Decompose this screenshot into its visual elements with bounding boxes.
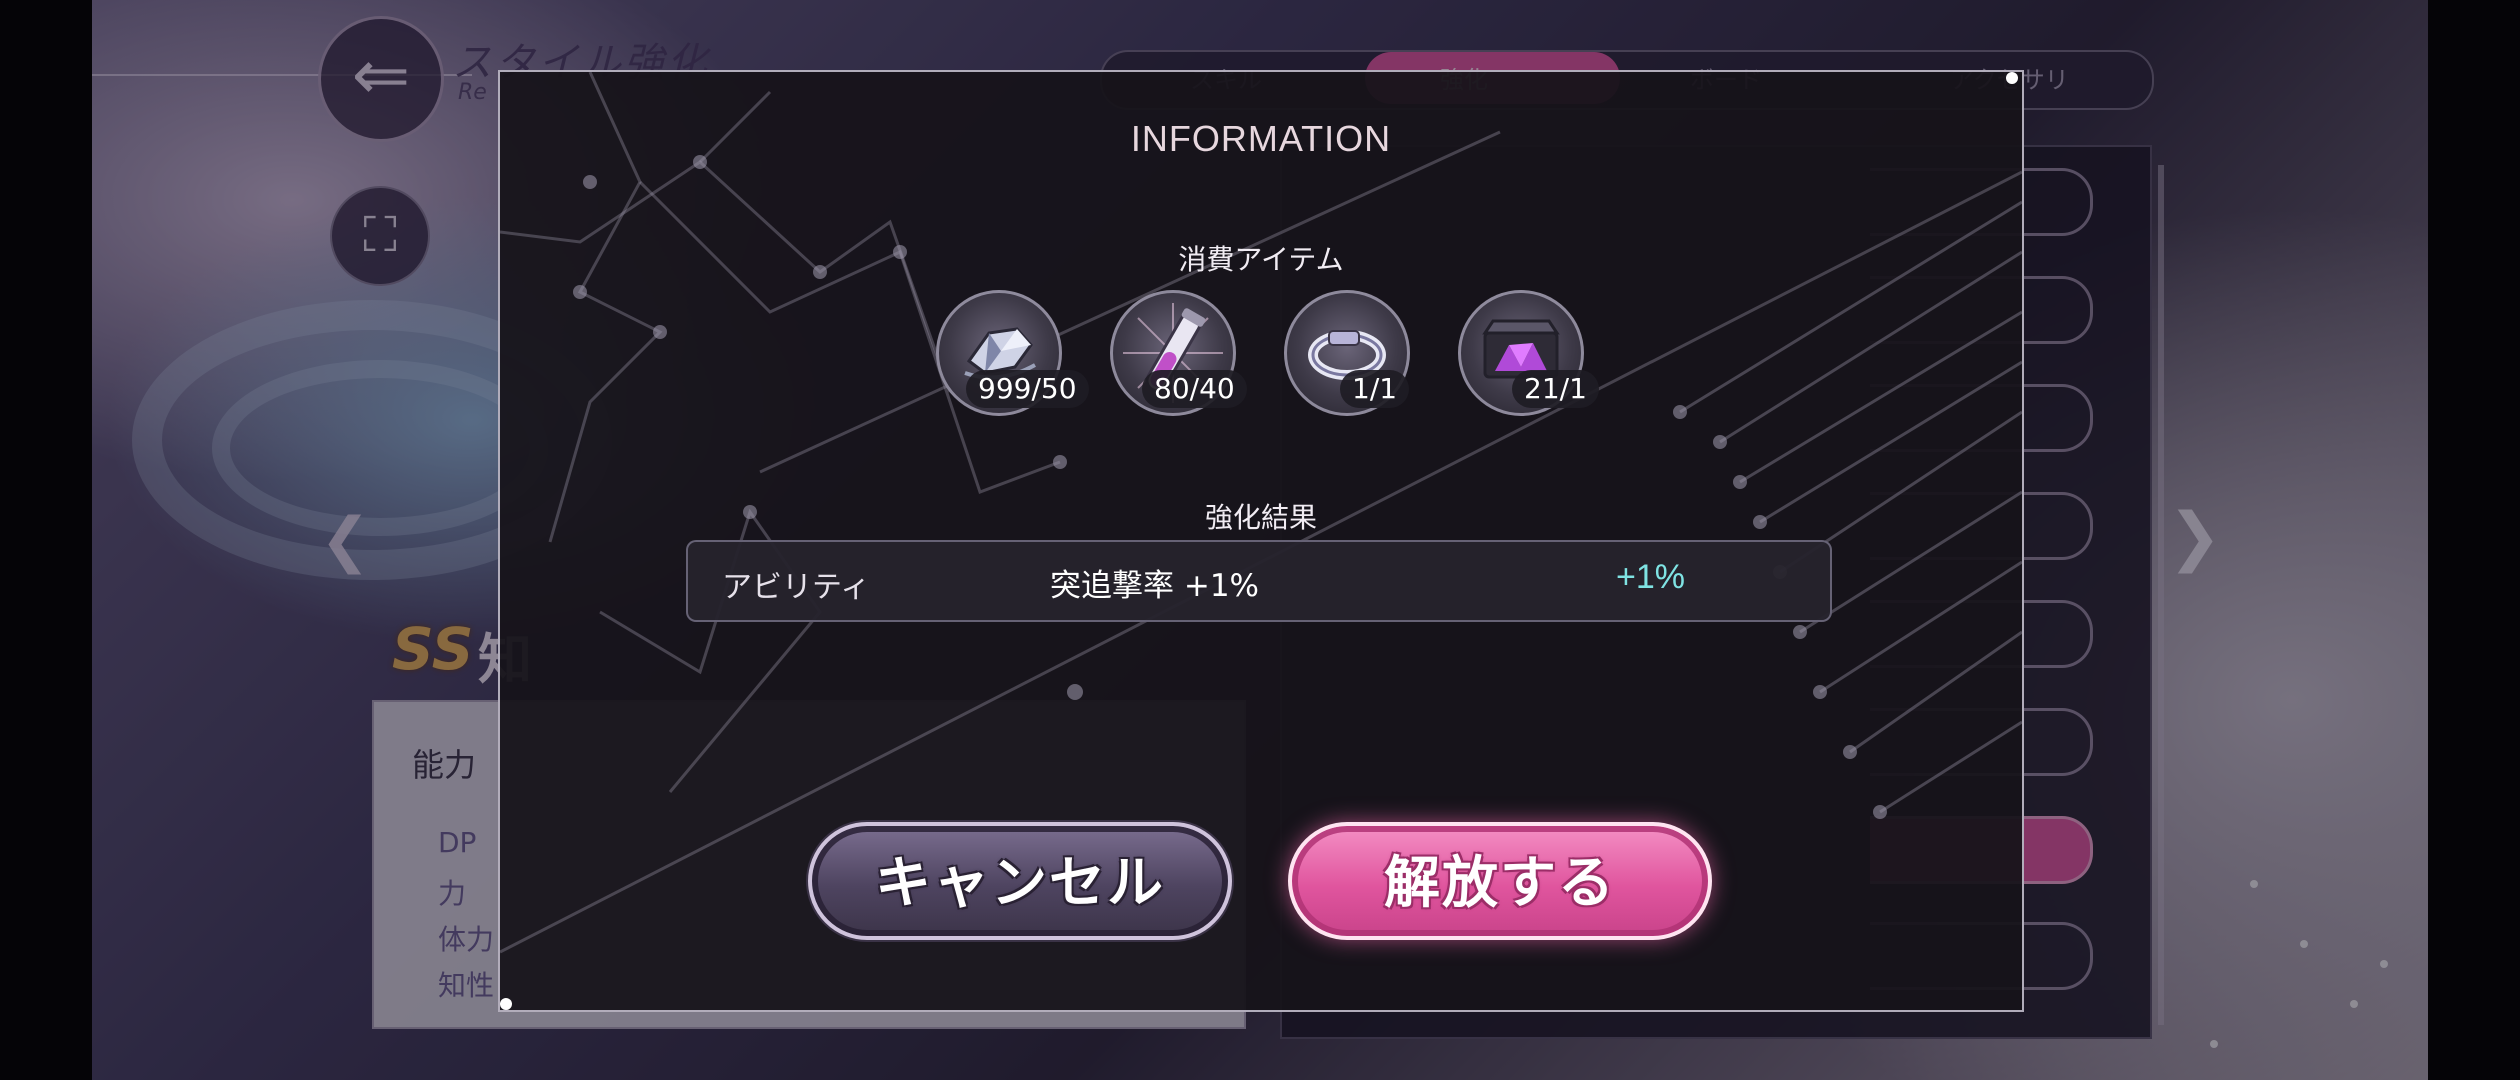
corner-dot	[500, 998, 512, 1010]
result-ability-name: 突追撃率 +1%	[1050, 568, 1260, 604]
enhance-result-label: 強化結果	[1204, 501, 1317, 534]
result-category: アビリティ	[722, 570, 871, 605]
release-button[interactable]: 解放する	[1288, 822, 1712, 940]
consume-items-label: 消費アイテム	[1178, 243, 1344, 276]
item-count: 21/1	[1512, 370, 1599, 408]
consume-item[interactable]: 21/1	[1458, 290, 1599, 416]
corner-dot	[2006, 72, 2018, 84]
consume-item[interactable]: 999/50	[936, 290, 1089, 416]
result-value: +1%	[1616, 558, 1685, 596]
information-dialog: INFORMATION 消費アイテム 999/50 80/40 1/1 21/1…	[498, 70, 2024, 1012]
item-count: 80/40	[1142, 370, 1247, 408]
consume-item[interactable]: 1/1	[1284, 290, 1410, 416]
game-screen: ⇐ スタイル強化 Re ⛶ ❮ ❯ スキル 強化 ボード アクセサリ SS 知 …	[0, 0, 2520, 1080]
cancel-button[interactable]: キャンセル	[808, 822, 1232, 940]
item-count: 1/1	[1340, 370, 1410, 408]
item-count: 999/50	[966, 370, 1089, 408]
consume-item[interactable]: 80/40	[1110, 290, 1247, 416]
enhance-result-row: アビリティ 突追撃率 +1% +1%	[686, 540, 1832, 622]
dialog-title: INFORMATION	[1130, 118, 1392, 159]
